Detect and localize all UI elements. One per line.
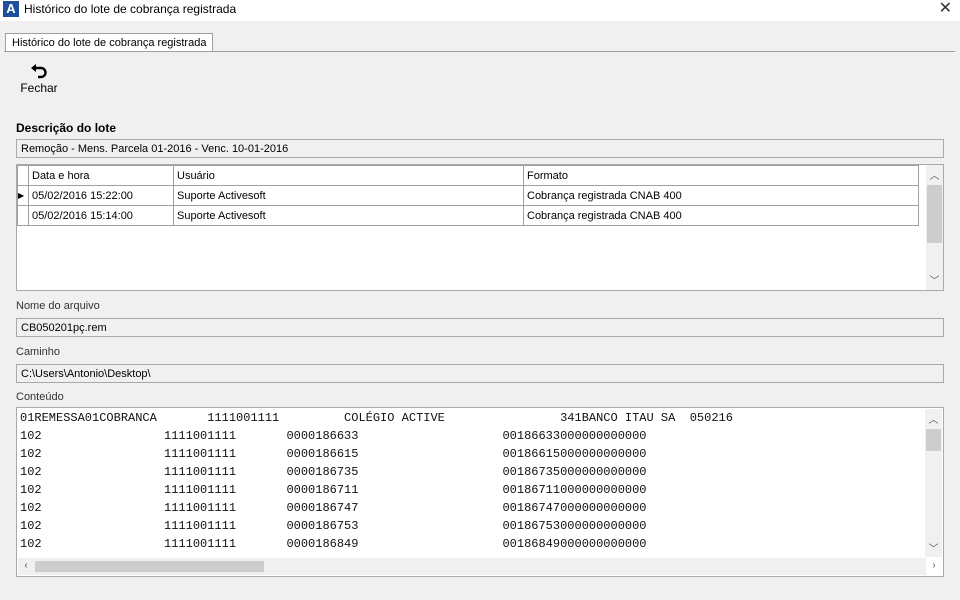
content-line: 102 1111001111 0000186747 00186747000000… — [20, 501, 647, 515]
content-horizontal-scrollbar[interactable]: ‹ › — [18, 558, 936, 575]
row-indicator — [17, 205, 29, 226]
content-label: Conteúdo — [16, 391, 64, 403]
column-header-format[interactable]: Formato — [523, 165, 919, 186]
close-window-button[interactable]: ✕ — [939, 0, 952, 18]
scroll-thumb[interactable] — [927, 185, 942, 243]
scroll-down-icon[interactable]: ﹀ — [925, 540, 942, 555]
cell-format[interactable]: Cobrança registrada CNAB 400 — [523, 205, 919, 226]
content-vertical-scrollbar[interactable]: ︿ ﹀ — [925, 409, 942, 557]
content-line: 102 1111001111 0000186753 00186753000000… — [20, 519, 647, 533]
content-textarea[interactable]: 01REMESSA01COBRANCA 1111001111 COLÉGIO A… — [16, 407, 944, 577]
table-row[interactable]: 05/02/2016 15:14:00 Suporte Activesoft C… — [17, 205, 919, 226]
path-label: Caminho — [16, 346, 61, 358]
content-line: 102 1111001111 0000186849 00186849000000… — [20, 537, 647, 551]
description-field[interactable]: Remoção - Mens. Parcela 01-2016 - Venc. … — [16, 139, 944, 158]
scroll-thumb[interactable] — [926, 429, 941, 451]
content-line: 102 1111001111 0000186711 00186711000000… — [20, 483, 647, 497]
column-header-datetime[interactable]: Data e hora — [28, 165, 174, 186]
table-header-row: Data e hora Usuário Formato — [17, 165, 919, 186]
history-table: Data e hora Usuário Formato ▶ 05/02/2016… — [17, 165, 919, 226]
content-line: 102 1111001111 0000186615 00186615000000… — [20, 447, 647, 461]
file-name-label: Nome do arquivo — [16, 300, 100, 312]
scroll-left-icon[interactable]: ‹ — [20, 560, 32, 571]
history-grid[interactable]: Data e hora Usuário Formato ▶ 05/02/2016… — [16, 164, 944, 291]
scroll-up-icon[interactable]: ︿ — [925, 411, 942, 426]
cell-format[interactable]: Cobrança registrada CNAB 400 — [523, 185, 919, 206]
path-field[interactable]: C:\Users\Antonio\Desktop\ — [16, 364, 944, 383]
scroll-right-icon[interactable]: › — [928, 560, 940, 571]
content-line: 102 1111001111 0000186735 00186735000000… — [20, 465, 647, 479]
fechar-label: Fechar — [20, 81, 58, 95]
content-line: 102 1111001111 0000186633 00186633000000… — [20, 429, 647, 443]
table-row[interactable]: ▶ 05/02/2016 15:22:00 Suporte Activesoft… — [17, 185, 919, 206]
fechar-button[interactable]: Fechar — [18, 64, 60, 100]
scroll-down-icon[interactable]: ﹀ — [926, 272, 943, 287]
file-name-field[interactable]: CB050201pç.rem — [16, 318, 944, 337]
undo-arrow-icon — [31, 64, 47, 79]
current-row-arrow-icon: ▶ — [17, 185, 29, 206]
column-header-user[interactable]: Usuário — [173, 165, 524, 186]
window-title: Histórico do lote de cobrança registrada — [24, 2, 237, 16]
content-line: 01REMESSA01COBRANCA 1111001111 COLÉGIO A… — [20, 411, 733, 425]
scroll-thumb[interactable] — [35, 561, 264, 572]
cell-datetime[interactable]: 05/02/2016 15:14:00 — [28, 205, 174, 226]
row-indicator-header — [17, 165, 29, 186]
cell-user[interactable]: Suporte Activesoft — [173, 205, 524, 226]
cell-datetime[interactable]: 05/02/2016 15:22:00 — [28, 185, 174, 206]
app-logo-icon: A — [3, 1, 19, 17]
scroll-up-icon[interactable]: ︿ — [926, 167, 943, 182]
history-vertical-scrollbar[interactable]: ︿ ﹀ — [926, 165, 943, 290]
description-label: Descrição do lote — [16, 121, 117, 135]
tab-historico[interactable]: Histórico do lote de cobrança registrada — [5, 33, 214, 52]
tab-divider — [4, 51, 955, 52]
cell-user[interactable]: Suporte Activesoft — [173, 185, 524, 206]
